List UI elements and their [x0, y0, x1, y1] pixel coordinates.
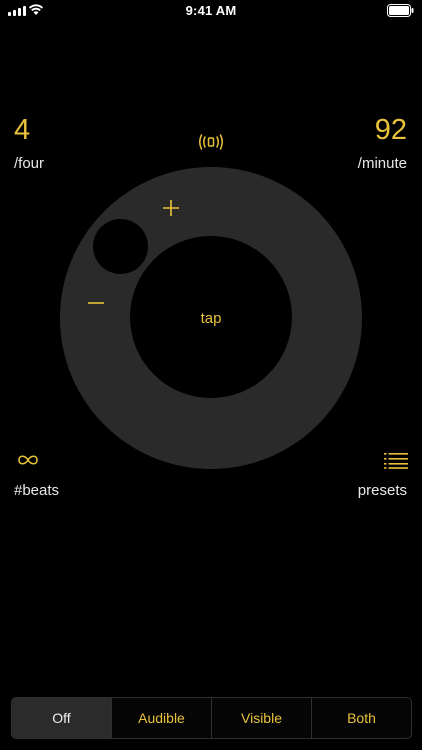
mode-segmented-control: Off Audible Visible Both — [11, 697, 412, 739]
infinity-icon[interactable] — [14, 449, 42, 471]
segment-audible[interactable]: Audible — [111, 698, 211, 738]
beats-per-measure-value[interactable]: 4 — [14, 116, 30, 145]
segment-visible[interactable]: Visible — [211, 698, 311, 738]
dial-knob[interactable] — [93, 219, 148, 274]
status-time: 9:41 AM — [185, 3, 237, 18]
segment-off[interactable]: Off — [12, 698, 111, 738]
plus-icon[interactable] — [160, 197, 182, 219]
list-icon[interactable] — [384, 452, 408, 469]
tempo-value[interactable]: 92 — [375, 116, 407, 145]
segment-both[interactable]: Both — [311, 698, 411, 738]
tap-label: tap — [200, 310, 222, 327]
status-bar: 9:41 AM — [0, 0, 422, 22]
minus-icon[interactable] — [86, 292, 106, 312]
beats-count-label: #beats — [14, 482, 60, 499]
beats-per-measure-label: /four — [14, 155, 45, 172]
tempo-unit-label: /minute — [357, 155, 407, 172]
vibrate-icon[interactable] — [197, 133, 225, 151]
presets-label: presets — [357, 482, 407, 499]
battery-icon — [387, 4, 414, 17]
